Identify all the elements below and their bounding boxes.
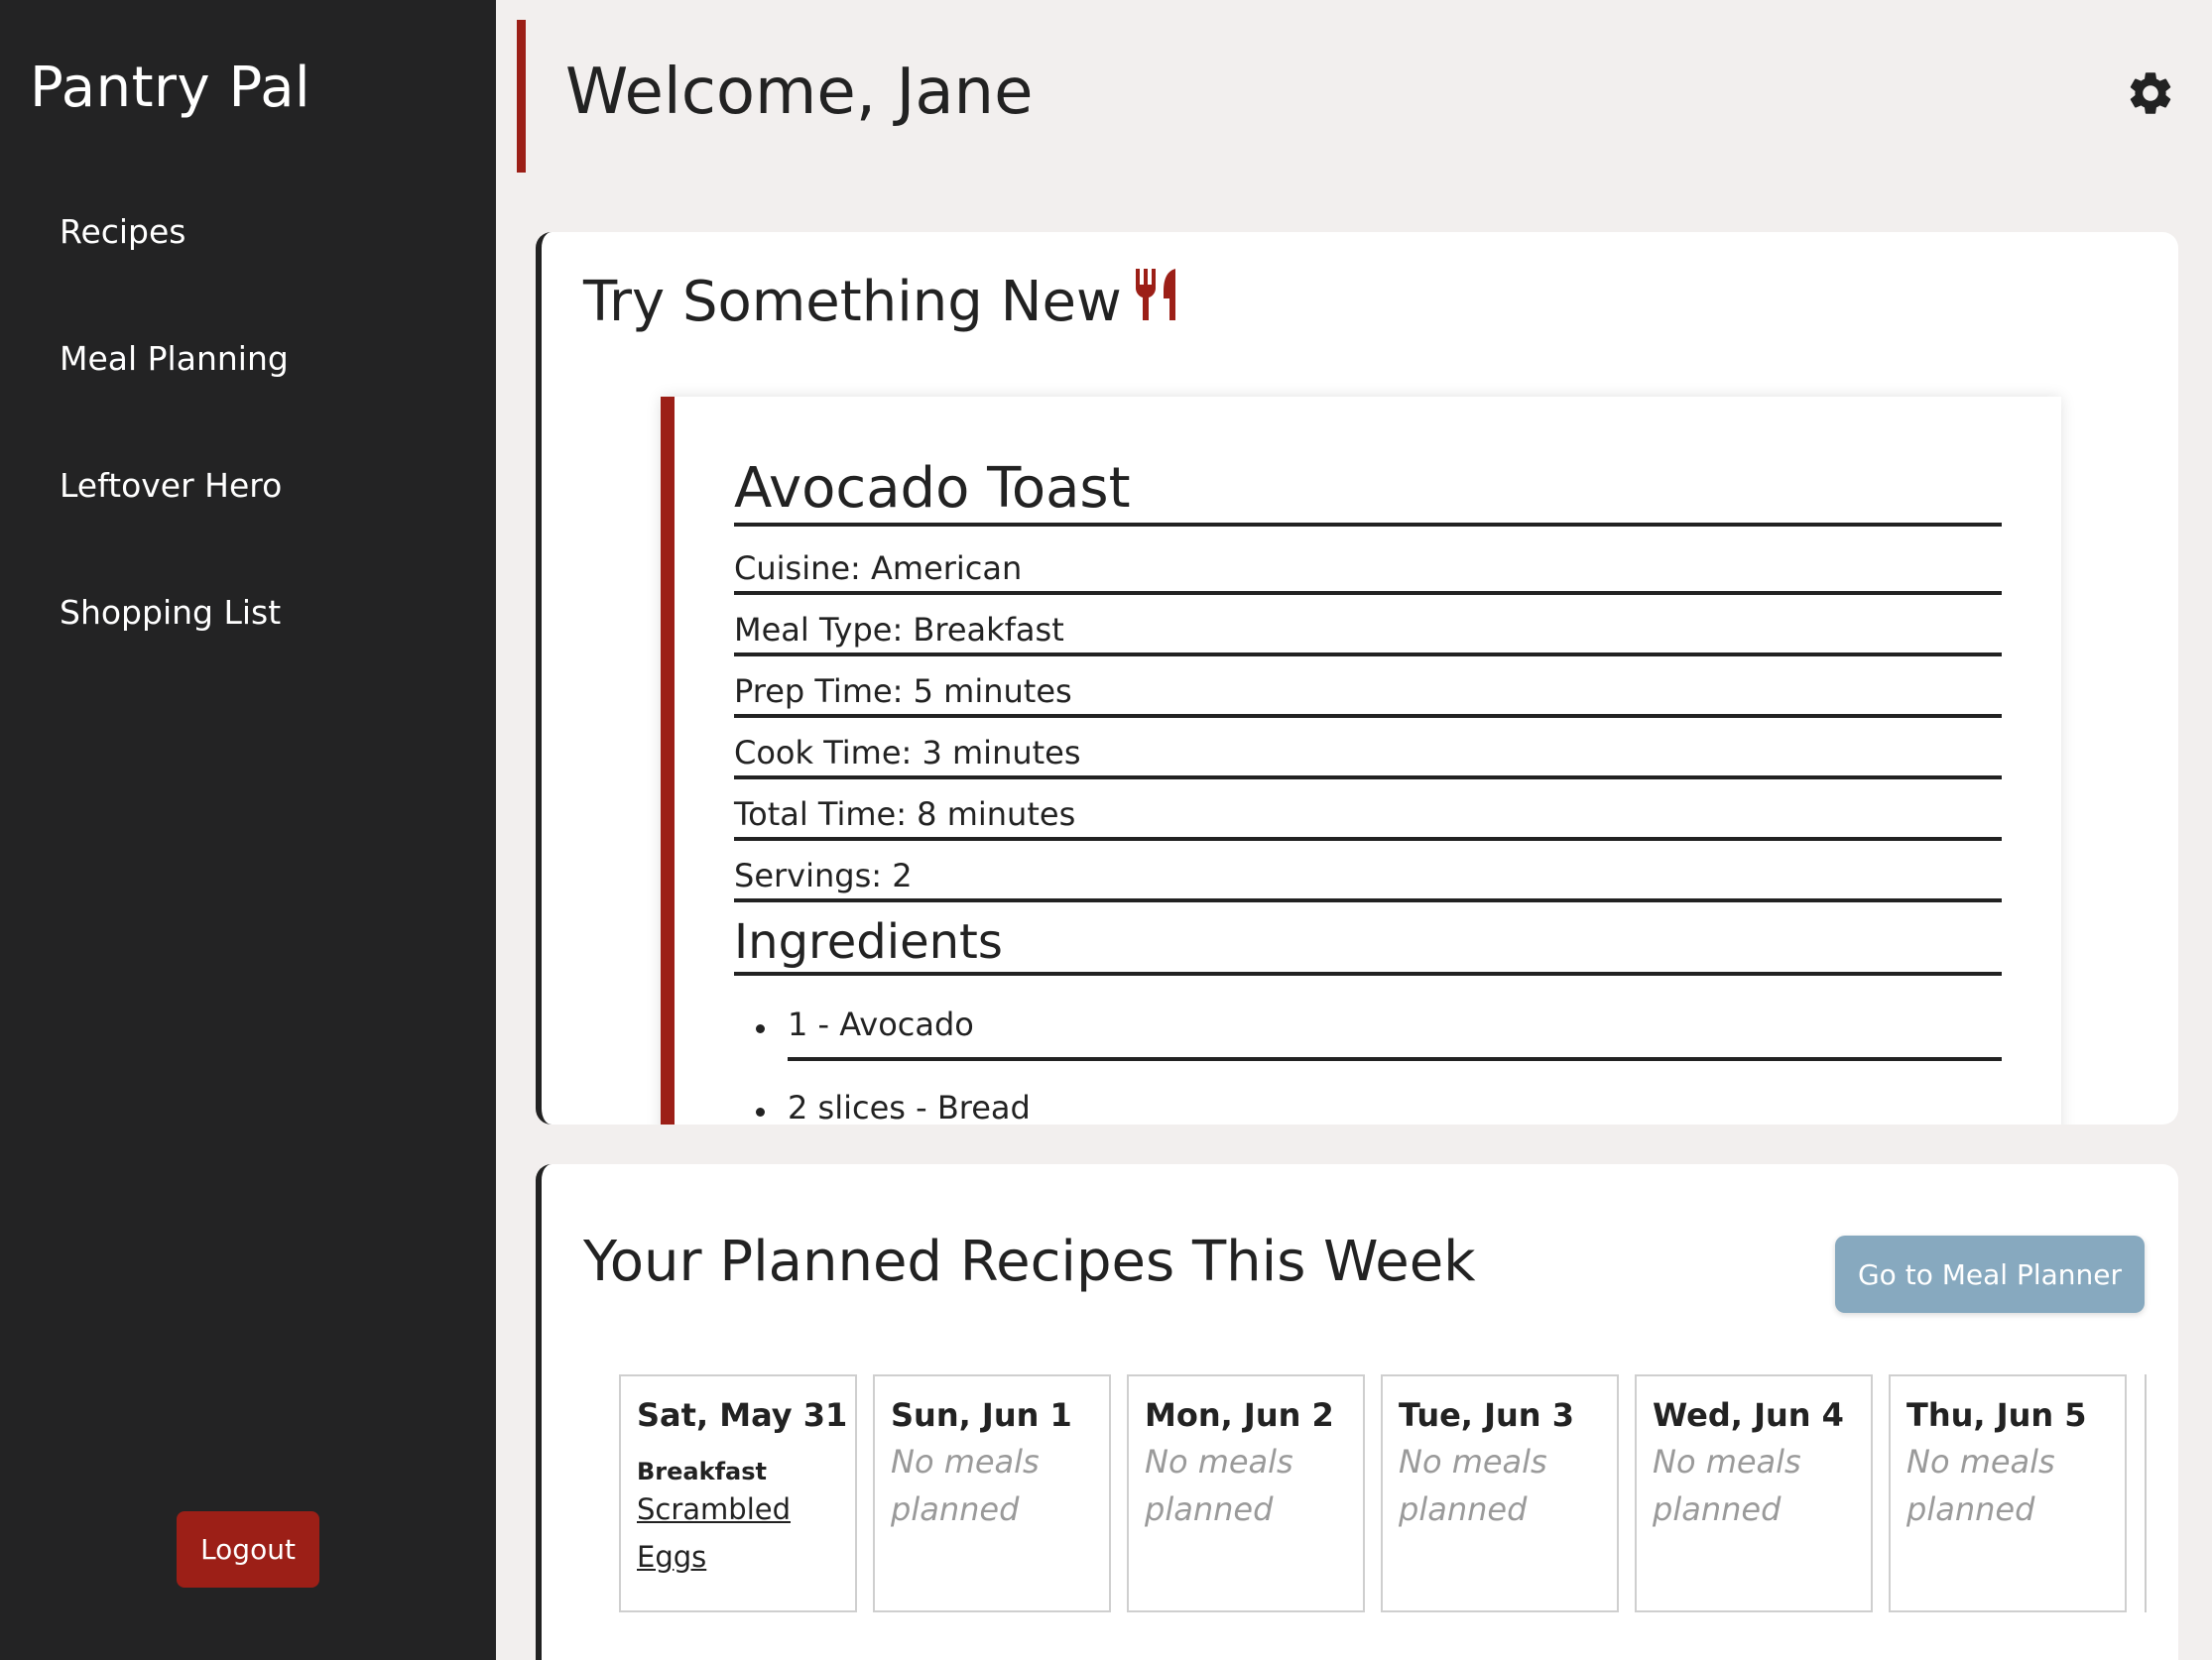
try-something-new-heading: Try Something New (583, 267, 1179, 340)
day-card-wed-jun-4[interactable]: Wed, Jun 4 No meals planned (1635, 1374, 1873, 1612)
gear-icon[interactable] (2125, 67, 2176, 119)
recipe-total-time: Total Time: 8 minutes (734, 795, 2002, 841)
recipe-prep-time: Prep Time: 5 minutes (734, 672, 2002, 718)
no-meals-line2: planned (1399, 1490, 1528, 1528)
featured-recipe-panel[interactable]: Avocado Toast Cuisine: American Meal Typ… (661, 397, 2061, 1125)
header-accent-bar (517, 20, 526, 173)
day-card-thu-jun-5[interactable]: Thu, Jun 5 No meals planned (1889, 1374, 2127, 1612)
nav-item-recipes[interactable]: Recipes (60, 212, 186, 251)
no-meals-line1: No meals (1653, 1443, 1801, 1481)
nav-item-meal-planning[interactable]: Meal Planning (60, 339, 289, 378)
no-meals-line2: planned (1145, 1490, 1274, 1528)
no-meals-text: No meals planned (1145, 1438, 1347, 1533)
day-card-mon-jun-2[interactable]: Mon, Jun 2 No meals planned (1127, 1374, 1365, 1612)
recipe-cuisine: Cuisine: American (734, 549, 2002, 595)
week-days-strip[interactable]: Sat, May 31 Breakfast Scrambled Eggs Sun… (619, 1374, 2147, 1612)
sidebar: Pantry Pal Recipes Meal Planning Leftove… (0, 0, 496, 1660)
no-meals-line1: No meals (891, 1443, 1040, 1481)
logout-button[interactable]: Logout (177, 1511, 319, 1588)
ingredient-item: 1 - Avocado (756, 1006, 2002, 1061)
meal-link-line2[interactable]: Eggs (637, 1533, 839, 1581)
meal-link-line1[interactable]: Scrambled (637, 1485, 839, 1533)
fork-knife-icon (1132, 267, 1179, 336)
planned-recipes-card: Your Planned Recipes This Week Go to Mea… (536, 1164, 2178, 1660)
recipe-servings: Servings: 2 (734, 857, 2002, 902)
recipe-meal-type: Meal Type: Breakfast (734, 611, 2002, 656)
day-card-sun-jun-1[interactable]: Sun, Jun 1 No meals planned (873, 1374, 1111, 1612)
app-root: Pantry Pal Recipes Meal Planning Leftove… (0, 0, 2212, 1660)
go-to-meal-planner-button[interactable]: Go to Meal Planner (1835, 1236, 2145, 1313)
no-meals-text: No meals planned (891, 1438, 1093, 1533)
no-meals-text: No meals planned (1653, 1438, 1855, 1533)
day-label: Thu, Jun 5 (1906, 1396, 2087, 1434)
day-card-sat-may-31[interactable]: Sat, May 31 Breakfast Scrambled Eggs (619, 1374, 857, 1612)
recipe-cook-time: Cook Time: 3 minutes (734, 734, 2002, 779)
no-meals-line2: planned (1653, 1490, 1782, 1528)
recipe-name: Avocado Toast (734, 456, 2002, 527)
try-something-new-title: Try Something New (583, 270, 1122, 334)
day-card-tue-jun-3[interactable]: Tue, Jun 3 No meals planned (1381, 1374, 1619, 1612)
no-meals-line1: No meals (1906, 1443, 2055, 1481)
planned-recipes-title: Your Planned Recipes This Week (583, 1230, 1476, 1294)
no-meals-text: No meals planned (1399, 1438, 1601, 1533)
nav-item-leftover-hero[interactable]: Leftover Hero (60, 466, 282, 505)
page-title: Welcome, Jane (565, 56, 1034, 129)
no-meals-line2: planned (891, 1490, 1020, 1528)
ingredient-item: 2 slices - Bread (756, 1089, 2002, 1125)
no-meals-line1: No meals (1145, 1443, 1293, 1481)
no-meals-line1: No meals (1399, 1443, 1547, 1481)
no-meals-line2: planned (1906, 1490, 2035, 1528)
ingredients-heading: Ingredients (734, 914, 2002, 976)
day-label: Wed, Jun 4 (1653, 1396, 1844, 1434)
day-label: Sat, May 31 (637, 1396, 848, 1434)
try-something-new-card: Try Something New Avocado Toast Cuisine:… (536, 232, 2178, 1125)
meal-type-label: Breakfast (637, 1458, 767, 1485)
no-meals-text: No meals planned (1906, 1438, 2109, 1533)
day-label: Tue, Jun 3 (1399, 1396, 1574, 1434)
day-label: Mon, Jun 2 (1145, 1396, 1334, 1434)
day-label: Sun, Jun 1 (891, 1396, 1072, 1434)
nav-item-shopping-list[interactable]: Shopping List (60, 593, 281, 632)
brand-title: Pantry Pal (30, 56, 311, 120)
